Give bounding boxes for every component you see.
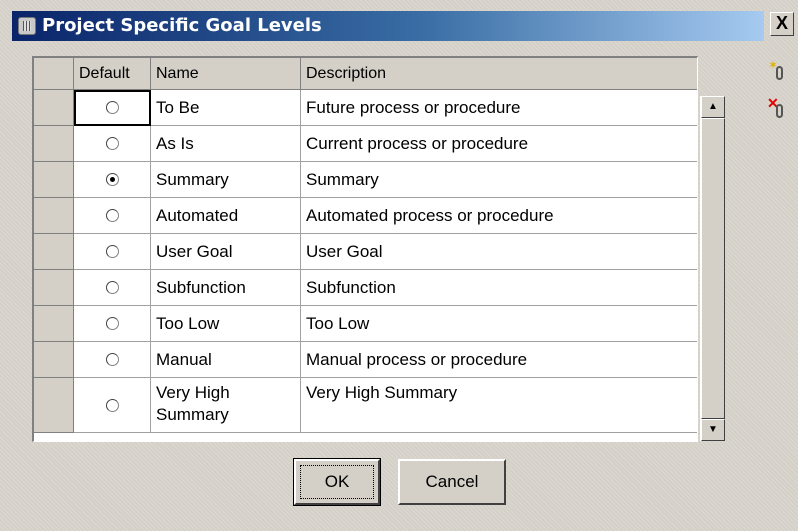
column-header-default[interactable]: Default [74,58,151,89]
goal-name-cell[interactable]: To Be [151,90,301,126]
default-radio-cell[interactable] [74,342,151,378]
scroll-up-arrow-icon[interactable]: ▲ [701,96,725,118]
goal-description-cell[interactable]: Too Low [301,306,697,342]
column-header-description[interactable]: Description [301,58,697,89]
row-header[interactable] [34,90,74,126]
row-header[interactable] [34,162,74,198]
radio-unselected[interactable] [105,245,119,258]
row-header[interactable] [34,378,74,433]
row-header[interactable] [34,270,74,306]
goal-name-cell[interactable]: As Is [151,126,301,162]
add-attachment-icon[interactable]: ✶ [768,58,790,84]
goal-name-cell[interactable]: Summary [151,162,301,198]
app-icon [18,17,36,35]
goal-name-cell[interactable]: Very High Summary [151,378,301,433]
default-radio-cell[interactable] [74,378,151,433]
row-header[interactable] [34,342,74,378]
scroll-thumb[interactable] [701,118,725,419]
radio-selected[interactable] [105,173,119,186]
default-radio-cell[interactable] [74,234,151,270]
goal-description-cell[interactable]: Automated process or procedure [301,198,697,234]
dialog-title: Project Specific Goal Levels [42,15,322,36]
row-header[interactable] [34,126,74,162]
cancel-button-label: Cancel [425,472,479,491]
cancel-button[interactable]: Cancel [398,459,506,505]
table-header: Default Name Description [34,58,697,90]
ok-button[interactable]: OK [293,458,381,506]
row-header[interactable] [34,306,74,342]
scroll-down-arrow-icon[interactable]: ▼ [701,419,725,441]
column-header-name[interactable]: Name [151,58,301,89]
row-header[interactable] [34,234,74,270]
radio-unselected[interactable] [105,209,119,222]
goal-levels-table: Default Name Description To Be Future pro… [32,56,698,442]
close-button[interactable]: X [770,12,794,36]
goal-description-cell[interactable]: User Goal [301,234,697,270]
radio-unselected[interactable] [105,317,119,330]
radio-unselected[interactable] [105,137,119,150]
row-header-corner [34,58,74,89]
radio-unselected[interactable] [105,353,119,366]
radio-unselected[interactable] [105,281,119,294]
default-radio-cell[interactable] [74,198,151,234]
default-radio-cell[interactable] [74,270,151,306]
goal-description-cell[interactable]: Subfunction [301,270,697,306]
vertical-scrollbar[interactable]: ▲ ▼ [700,96,725,441]
goal-description-cell[interactable]: Very High Summary [301,378,697,433]
goal-name-cell[interactable]: Too Low [151,306,301,342]
default-radio-cell[interactable] [74,90,151,126]
goal-description-cell[interactable]: Summary [301,162,697,198]
goal-name-cell[interactable]: User Goal [151,234,301,270]
default-radio-cell[interactable] [74,126,151,162]
row-header[interactable] [34,198,74,234]
goal-levels-dialog: Project Specific Goal Levels X ✶ ✕ Defau… [0,0,798,531]
radio-unselected[interactable] [105,101,119,114]
default-radio-cell[interactable] [74,162,151,198]
radio-unselected[interactable] [105,398,119,412]
goal-name-cell[interactable]: Subfunction [151,270,301,306]
goal-name-cell[interactable]: Automated [151,198,301,234]
goal-description-cell[interactable]: Future process or procedure [301,90,697,126]
goal-description-cell[interactable]: Current process or procedure [301,126,697,162]
remove-attachment-icon[interactable]: ✕ [767,95,790,122]
goal-description-cell[interactable]: Manual process or procedure [301,342,697,378]
goal-name-cell[interactable]: Manual [151,342,301,378]
title-bar[interactable]: Project Specific Goal Levels [12,11,764,41]
default-radio-cell[interactable] [74,306,151,342]
